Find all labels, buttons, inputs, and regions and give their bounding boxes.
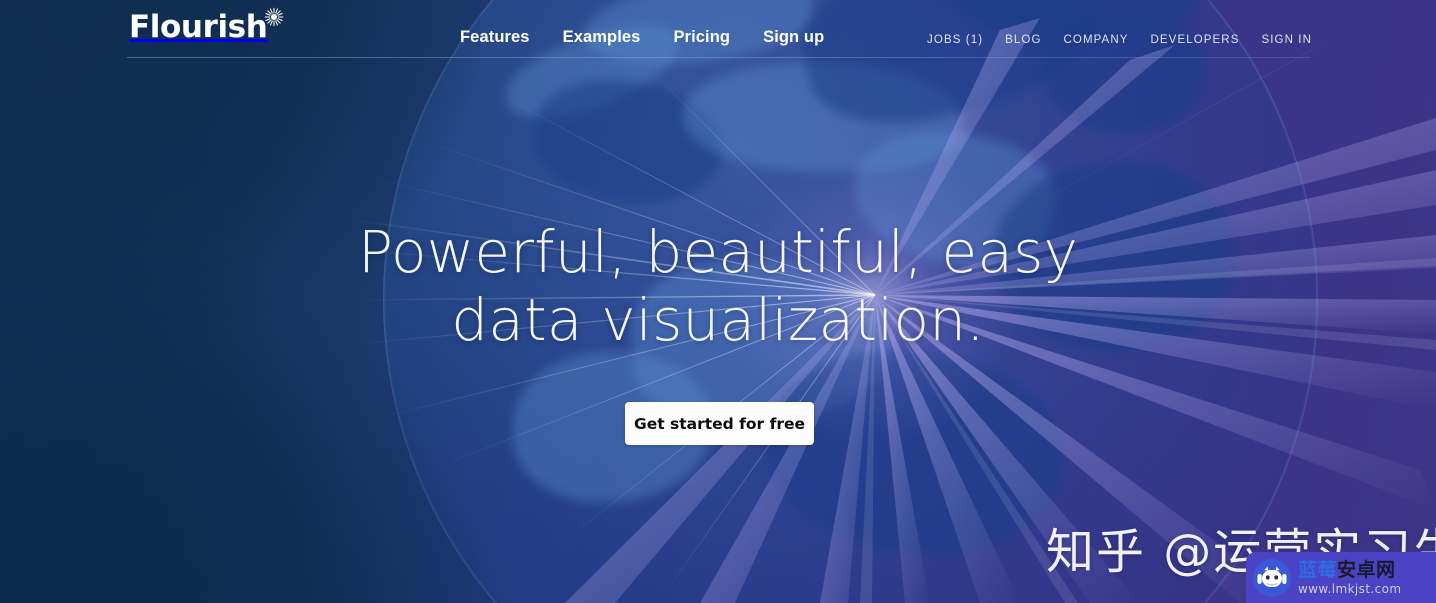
watermark-badge-text: 蓝莓安卓网 www.lmkjst.com	[1298, 561, 1401, 595]
hero-headline-line-1: Powerful, beautiful, easy	[357, 218, 1079, 286]
nav-item-sign-up[interactable]: Sign up	[763, 28, 824, 47]
nav-item-features[interactable]: Features	[460, 28, 530, 47]
watermark-name-part1: 蓝莓	[1298, 559, 1338, 581]
secondary-navigation: JOBS (1) BLOG COMPANY DEVELOPERS SIGN IN	[927, 34, 1312, 46]
brand-name: Flourish	[129, 9, 268, 45]
android-robot-icon	[1252, 558, 1292, 598]
watermark-name-part2: 安卓网	[1337, 559, 1396, 581]
site-watermark-badge: 蓝莓安卓网 www.lmkjst.com	[1246, 552, 1436, 603]
watermark-url: www.lmkjst.com	[1298, 581, 1402, 596]
watermark-site-name: 蓝莓安卓网	[1298, 561, 1401, 580]
main-navigation: Features Examples Pricing Sign up	[460, 28, 824, 47]
page-background: Flourish Features Examples Pricing Sign …	[0, 0, 1436, 603]
nav-item-pricing[interactable]: Pricing	[673, 28, 730, 47]
subnav-item-sign-in[interactable]: SIGN IN	[1261, 34, 1312, 46]
site-header: Flourish Features Examples Pricing Sign …	[0, 0, 1436, 60]
subnav-item-jobs[interactable]: JOBS (1)	[927, 34, 983, 46]
header-divider	[127, 57, 1310, 58]
subnav-item-blog[interactable]: BLOG	[1005, 34, 1041, 46]
hero-headline-line-2: data visualization.	[451, 286, 985, 354]
subnav-item-company[interactable]: COMPANY	[1064, 34, 1129, 46]
subnav-item-developers[interactable]: DEVELOPERS	[1151, 34, 1240, 46]
get-started-button[interactable]: Get started for free	[625, 402, 814, 445]
starburst-icon	[264, 7, 284, 32]
nav-item-examples[interactable]: Examples	[563, 28, 641, 47]
brand-logo[interactable]: Flourish	[129, 7, 284, 45]
hero-headline: Powerful, beautiful, easy data visualiza…	[0, 218, 1436, 354]
